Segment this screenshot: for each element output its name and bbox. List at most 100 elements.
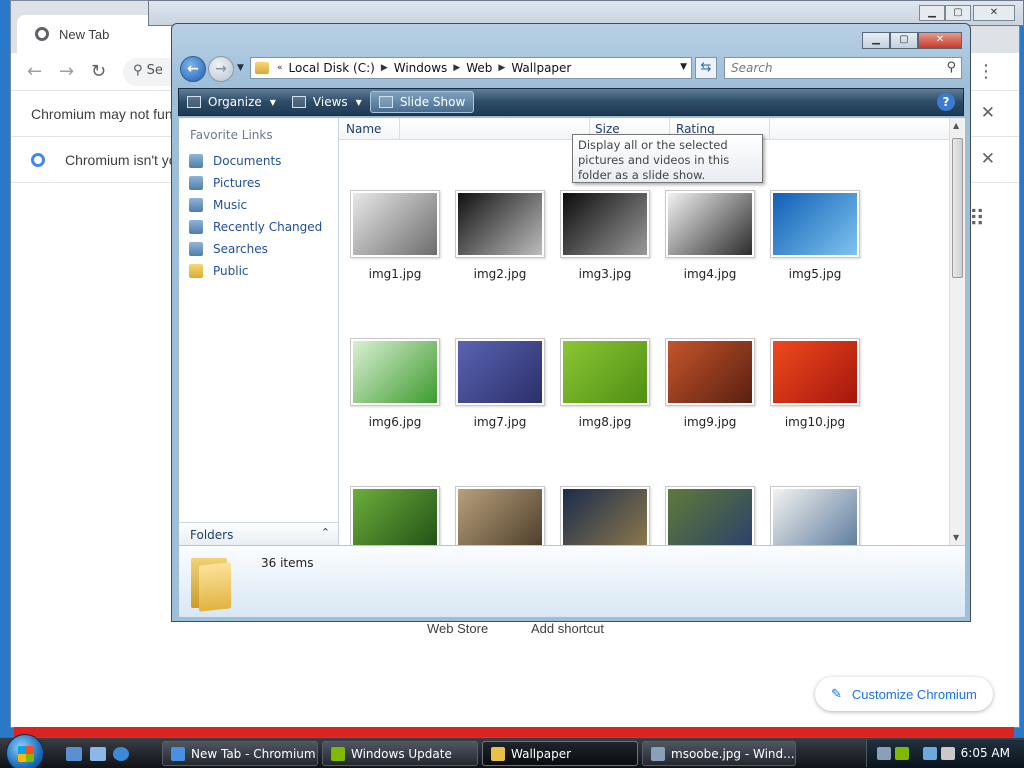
search-icon: ⚲ bbox=[946, 60, 956, 75]
app-icon bbox=[171, 746, 185, 761]
search-input[interactable]: Search ⚲ bbox=[724, 57, 962, 79]
file-thumbnail[interactable]: img4.jpg bbox=[665, 190, 755, 281]
thumbnail-image bbox=[350, 338, 440, 406]
clock[interactable]: 6:05 AM bbox=[961, 746, 1010, 760]
file-thumbnail[interactable]: img11.jpg bbox=[350, 486, 440, 545]
close-icon[interactable]: ✕ bbox=[973, 5, 1015, 21]
windows-update-tray-icon[interactable] bbox=[895, 747, 909, 760]
chevron-down-icon: ▼ bbox=[269, 97, 276, 107]
file-thumbnail[interactable]: img15.jpg bbox=[770, 486, 860, 545]
nav-link-label: Pictures bbox=[213, 176, 261, 190]
thumbnail-image bbox=[560, 190, 650, 258]
scroll-down-icon[interactable]: ▼ bbox=[953, 533, 959, 542]
file-thumbnail[interactable]: img9.jpg bbox=[665, 338, 755, 429]
file-thumbnail[interactable]: img3.jpg bbox=[560, 190, 650, 281]
file-thumbnail[interactable]: img6.jpg bbox=[350, 338, 440, 429]
nav-link-recently-changed[interactable]: Recently Changed bbox=[179, 216, 338, 238]
breadcrumb-web[interactable]: Web bbox=[466, 61, 492, 75]
scroll-up-icon[interactable]: ▲ bbox=[953, 121, 959, 130]
show-desktop-icon[interactable] bbox=[66, 747, 82, 761]
nav-link-pictures[interactable]: Pictures bbox=[179, 172, 338, 194]
taskbar-button[interactable]: New Tab - Chromium bbox=[162, 741, 318, 766]
recently-changed-icon bbox=[189, 220, 203, 234]
image-preview bbox=[668, 193, 752, 255]
menu-kebab-icon[interactable]: ⋮ bbox=[977, 61, 995, 82]
file-name: img4.jpg bbox=[683, 267, 737, 281]
close-icon[interactable]: ✕ bbox=[981, 103, 995, 123]
image-preview bbox=[353, 341, 437, 403]
taskbar-button[interactable]: Windows Update bbox=[322, 741, 478, 766]
nav-link-public[interactable]: Public bbox=[179, 260, 338, 282]
image-preview bbox=[353, 193, 437, 255]
back-arrow-icon[interactable]: ← bbox=[27, 61, 42, 82]
breadcrumb-local-disk[interactable]: Local Disk (C:) bbox=[289, 61, 375, 75]
chevron-right-icon[interactable]: ▶ bbox=[453, 63, 460, 73]
file-name: img8.jpg bbox=[578, 415, 632, 429]
folders-label: Folders bbox=[190, 528, 234, 542]
shortcut-add[interactable]: Add shortcut bbox=[531, 621, 604, 636]
scroll-thumb[interactable] bbox=[952, 138, 963, 278]
folders-toggle[interactable]: Folders ⌃ bbox=[179, 522, 339, 545]
shortcut-web-store[interactable]: Web Store bbox=[427, 621, 488, 636]
file-thumbnail[interactable]: img7.jpg bbox=[455, 338, 545, 429]
back-button[interactable]: ← bbox=[180, 56, 206, 82]
overflow-chevron-icon[interactable]: « bbox=[277, 63, 283, 73]
image-preview bbox=[563, 341, 647, 403]
internet-explorer-icon[interactable] bbox=[113, 747, 129, 761]
views-button[interactable]: Views ▼ bbox=[284, 91, 370, 113]
command-bar: Organize ▼ Views ▼ Slide Show ? bbox=[178, 88, 964, 116]
folder-icon bbox=[189, 554, 233, 612]
organize-button[interactable]: Organize ▼ bbox=[179, 91, 284, 113]
refresh-icon[interactable]: ⇆ bbox=[695, 57, 717, 79]
column-separator[interactable] bbox=[399, 118, 400, 140]
reload-icon[interactable]: ↻ bbox=[91, 61, 106, 82]
vertical-scrollbar[interactable]: ▲ ▼ bbox=[949, 118, 965, 545]
minimize-icon[interactable]: ▁ bbox=[862, 32, 890, 49]
thumbnail-image bbox=[560, 338, 650, 406]
file-thumbnail[interactable]: img1.jpg bbox=[350, 190, 440, 281]
taskbar-button[interactable]: msoobe.jpg - Wind... bbox=[642, 741, 796, 766]
maximize-icon[interactable]: ▢ bbox=[945, 5, 971, 21]
tray-icon[interactable] bbox=[877, 747, 891, 760]
help-icon[interactable]: ? bbox=[937, 93, 955, 111]
file-thumbnail[interactable]: img13.jpg bbox=[560, 486, 650, 545]
taskbar-button[interactable]: Wallpaper bbox=[482, 741, 638, 766]
nav-link-music[interactable]: Music bbox=[179, 194, 338, 216]
file-thumbnail[interactable]: img14.jpg bbox=[665, 486, 755, 545]
slide-show-tooltip: Display all or the selected pictures and… bbox=[572, 134, 763, 183]
nav-link-documents[interactable]: Documents bbox=[179, 150, 338, 172]
breadcrumb-wallpaper[interactable]: Wallpaper bbox=[511, 61, 571, 75]
start-button[interactable] bbox=[6, 734, 44, 768]
file-thumbnail[interactable]: img5.jpg bbox=[770, 190, 860, 281]
minimize-icon[interactable]: ▁ bbox=[919, 5, 945, 21]
image-preview bbox=[773, 193, 857, 255]
volume-muted-icon[interactable] bbox=[941, 747, 955, 760]
file-thumbnail[interactable]: img8.jpg bbox=[560, 338, 650, 429]
recent-pages-dropdown-icon[interactable]: ▼ bbox=[237, 63, 244, 73]
address-bar[interactable]: « Local Disk (C:) ▶ Windows ▶ Web ▶ Wall… bbox=[250, 57, 692, 79]
network-icon[interactable] bbox=[923, 747, 937, 760]
breadcrumb-windows[interactable]: Windows bbox=[394, 61, 448, 75]
close-icon[interactable]: ✕ bbox=[981, 149, 995, 169]
file-thumbnail[interactable]: img2.jpg bbox=[455, 190, 545, 281]
chevron-right-icon[interactable]: ▶ bbox=[381, 63, 388, 73]
customize-chromium-button[interactable]: ✎ Customize Chromium bbox=[815, 677, 993, 711]
organize-icon bbox=[187, 96, 201, 108]
switch-windows-icon[interactable] bbox=[90, 747, 106, 761]
chevron-down-icon: ▼ bbox=[355, 97, 362, 107]
column-name[interactable]: Name bbox=[346, 122, 381, 136]
navigation-pane: Favorite Links Documents Pictures Music … bbox=[179, 118, 339, 545]
slide-show-button[interactable]: Slide Show bbox=[369, 91, 475, 113]
chevron-right-icon[interactable]: ▶ bbox=[498, 63, 505, 73]
image-preview bbox=[458, 341, 542, 403]
file-thumbnail[interactable]: img12.jpg bbox=[455, 486, 545, 545]
close-icon[interactable]: ✕ bbox=[918, 32, 962, 49]
file-thumbnail[interactable]: img10.jpg bbox=[770, 338, 860, 429]
chevron-down-icon[interactable]: ▼ bbox=[680, 62, 687, 72]
nav-link-searches[interactable]: Searches bbox=[179, 238, 338, 260]
forward-arrow-icon[interactable]: → bbox=[59, 61, 74, 82]
search-placeholder: Search bbox=[731, 61, 773, 75]
maximize-icon[interactable]: ▢ bbox=[890, 32, 918, 49]
column-separator[interactable] bbox=[769, 118, 770, 140]
forward-button[interactable]: → bbox=[208, 56, 234, 82]
